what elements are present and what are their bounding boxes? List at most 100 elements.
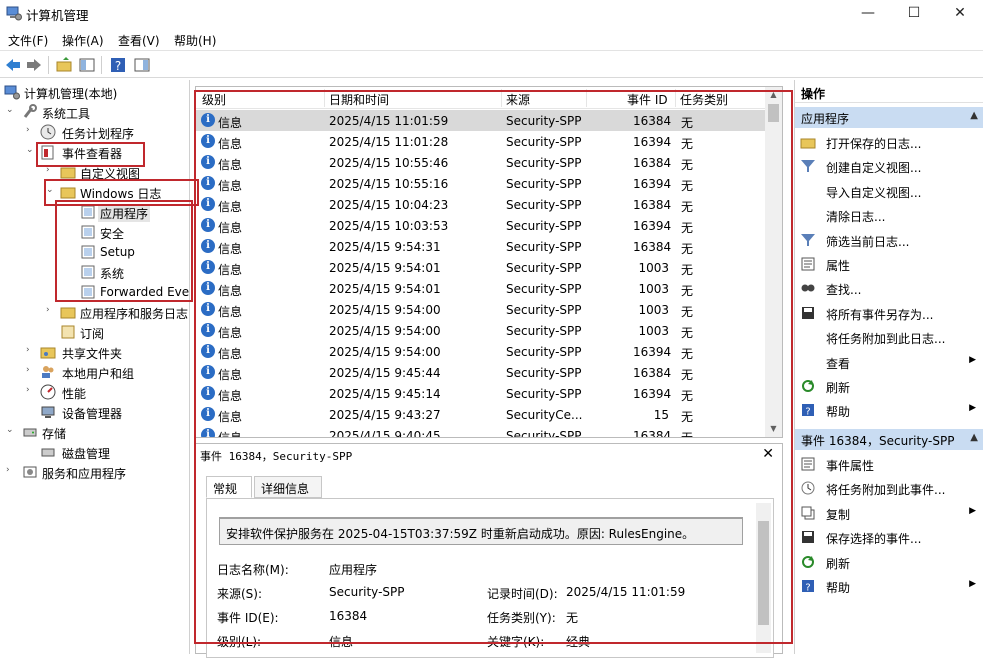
tree-item-security-log[interactable]: 安全: [0, 222, 189, 242]
chevron-right-icon[interactable]: ›: [46, 165, 56, 175]
tree-item-services-apps[interactable]: › 服务和应用程序: [0, 462, 189, 482]
scroll-thumb[interactable]: [768, 104, 779, 122]
tree-item-disk-management[interactable]: 磁盘管理: [0, 442, 189, 462]
tree-item-setup-log[interactable]: Setup: [0, 242, 189, 262]
tree-item-shared-folders[interactable]: › 共享文件夹: [0, 342, 189, 362]
help-icon[interactable]: ?: [109, 56, 127, 74]
scroll-down-icon[interactable]: ▼: [765, 421, 782, 437]
table-row[interactable]: i 信息 2025/4/15 10:55:46 Security-SPP 16384 无: [196, 152, 766, 173]
minimize-button[interactable]: —: [845, 0, 891, 28]
action-item[interactable]: 打开保存的日志...: [795, 130, 983, 154]
action-item[interactable]: 将所有事件另存为...: [795, 301, 983, 325]
table-row[interactable]: i 信息 2025/4/15 9:54:00 Security-SPP 16394 无: [196, 341, 766, 362]
collapse-icon[interactable]: ▲: [970, 432, 978, 443]
tab-details[interactable]: 详细信息: [254, 476, 322, 498]
action-item[interactable]: 创建自定义视图...: [795, 154, 983, 178]
table-row[interactable]: i 信息 2025/4/15 10:55:16 Security-SPP 16394 无: [196, 173, 766, 194]
chevron-right-icon[interactable]: ›: [26, 385, 36, 395]
close-icon[interactable]: ✕: [762, 446, 774, 462]
column-task-category[interactable]: 任务类别: [680, 91, 728, 108]
table-row[interactable]: i 信息 2025/4/15 9:54:01 Security-SPP 1003 无: [196, 278, 766, 299]
tree-item-task-scheduler[interactable]: › 任务计划程序: [0, 122, 189, 142]
chevron-right-icon[interactable]: ›: [26, 365, 36, 375]
column-datetime[interactable]: 日期和时间: [329, 91, 389, 108]
chevron-down-icon[interactable]: ⌄: [6, 105, 16, 115]
detail-scrollbar[interactable]: [756, 503, 771, 653]
tree-item-system-tools[interactable]: ⌄ 系统工具: [0, 102, 189, 122]
actions-group-application[interactable]: 应用程序 ▲: [795, 107, 983, 128]
table-row[interactable]: i 信息 2025/4/15 9:54:00 Security-SPP 1003 无: [196, 320, 766, 341]
action-item[interactable]: 刷新: [795, 550, 983, 574]
menu-file[interactable]: 文件(F): [8, 32, 48, 49]
action-item[interactable]: 查找...: [795, 276, 983, 300]
table-row[interactable]: i 信息 2025/4/15 9:54:01 Security-SPP 1003 无: [196, 257, 766, 278]
show-hide-tree-icon[interactable]: [78, 56, 96, 74]
chevron-right-icon[interactable]: ›: [26, 125, 36, 135]
action-item[interactable]: 导入自定义视图...: [795, 179, 983, 203]
forward-arrow-icon[interactable]: [25, 56, 43, 74]
tree-item-root[interactable]: 计算机管理(本地): [0, 82, 189, 102]
action-item[interactable]: 将任务附加到此日志...: [795, 325, 983, 349]
menu-action[interactable]: 操作(A): [62, 32, 104, 49]
back-arrow-icon[interactable]: [4, 56, 22, 74]
table-row[interactable]: i 信息 2025/4/15 9:54:31 Security-SPP 16384 无: [196, 236, 766, 257]
chevron-right-icon[interactable]: ›: [26, 345, 36, 355]
column-level[interactable]: 级别: [202, 91, 226, 108]
column-source[interactable]: 来源: [506, 91, 530, 108]
table-row[interactable]: i 信息 2025/4/15 10:03:53 Security-SPP 16394 无: [196, 215, 766, 236]
scroll-thumb[interactable]: [758, 521, 769, 625]
chevron-down-icon[interactable]: ⌄: [46, 185, 56, 195]
tab-general[interactable]: 常规: [206, 476, 252, 498]
chevron-down-icon[interactable]: ⌄: [6, 425, 16, 435]
table-row[interactable]: i 信息 2025/4/15 9:43:27 SecurityCe... 15 无: [196, 404, 766, 425]
chevron-right-icon[interactable]: ›: [6, 465, 16, 475]
action-item[interactable]: 筛选当前日志...: [795, 228, 983, 252]
tree-item-custom-views[interactable]: › 自定义视图: [0, 162, 189, 182]
table-row[interactable]: i 信息 2025/4/15 11:01:28 Security-SPP 16394 无: [196, 131, 766, 152]
tree-item-forwarded-events[interactable]: Forwarded Eve: [0, 282, 189, 302]
event-message[interactable]: 安排软件保护服务在 2025-04-15T03:37:59Z 时重新启动成功。原…: [219, 517, 743, 545]
tree-item-application-log[interactable]: 应用程序: [0, 202, 189, 222]
tree-item-system-log[interactable]: 系统: [0, 262, 189, 282]
table-row[interactable]: i 信息 2025/4/15 11:01:59 Security-SPP 16384 无: [196, 110, 766, 131]
chevron-down-icon[interactable]: ⌄: [26, 145, 36, 155]
table-row[interactable]: i 信息 2025/4/15 9:40:45 Security-SPP 16384 无: [196, 425, 766, 437]
column-divider[interactable]: [324, 89, 325, 107]
action-item[interactable]: ? 帮助 ▶: [795, 398, 983, 422]
menu-view[interactable]: 查看(V): [118, 32, 160, 49]
action-item[interactable]: 属性: [795, 252, 983, 276]
action-item[interactable]: 清除日志...: [795, 203, 983, 227]
column-divider[interactable]: [586, 89, 587, 107]
action-item[interactable]: ? 帮助 ▶: [795, 574, 983, 598]
table-row[interactable]: i 信息 2025/4/15 9:45:14 Security-SPP 16394 无: [196, 383, 766, 404]
tree-item-event-viewer[interactable]: ⌄ 事件查看器: [0, 142, 189, 162]
event-list-scrollbar[interactable]: ▲ ▼: [765, 87, 782, 437]
scroll-up-icon[interactable]: ▲: [765, 87, 782, 103]
tree-item-windows-logs[interactable]: ⌄ Windows 日志: [0, 182, 189, 202]
action-item[interactable]: 将任务附加到此事件...: [795, 476, 983, 500]
table-row[interactable]: i 信息 2025/4/15 9:54:00 Security-SPP 1003 无: [196, 299, 766, 320]
actions-group-event[interactable]: 事件 16384，Security-SPP ▲: [795, 429, 983, 450]
column-event-id[interactable]: 事件 ID: [627, 91, 668, 108]
menu-help[interactable]: 帮助(H): [174, 32, 216, 49]
up-folder-icon[interactable]: [55, 56, 73, 74]
collapse-icon[interactable]: ▲: [970, 110, 978, 121]
tree-item-subscriptions[interactable]: 订阅: [0, 322, 189, 342]
action-item[interactable]: 刷新: [795, 374, 983, 398]
close-button[interactable]: ✕: [937, 0, 983, 28]
action-item[interactable]: 查看 ▶: [795, 350, 983, 374]
chevron-right-icon[interactable]: ›: [46, 305, 56, 315]
column-divider[interactable]: [501, 89, 502, 107]
tree-item-storage[interactable]: ⌄ 存储: [0, 422, 189, 442]
tree-item-performance[interactable]: › 性能: [0, 382, 189, 402]
tree-item-device-manager[interactable]: 设备管理器: [0, 402, 189, 422]
action-item[interactable]: 事件属性: [795, 452, 983, 476]
show-action-pane-icon[interactable]: [133, 56, 151, 74]
maximize-button[interactable]: ☐: [891, 0, 937, 28]
tree-item-local-users[interactable]: › 本地用户和组: [0, 362, 189, 382]
tree-item-app-service-logs[interactable]: › 应用程序和服务日志: [0, 302, 189, 322]
table-row[interactable]: i 信息 2025/4/15 10:04:23 Security-SPP 16384 无: [196, 194, 766, 215]
table-row[interactable]: i 信息 2025/4/15 9:45:44 Security-SPP 16384 无: [196, 362, 766, 383]
action-item[interactable]: 保存选择的事件...: [795, 525, 983, 549]
action-item[interactable]: 复制 ▶: [795, 501, 983, 525]
